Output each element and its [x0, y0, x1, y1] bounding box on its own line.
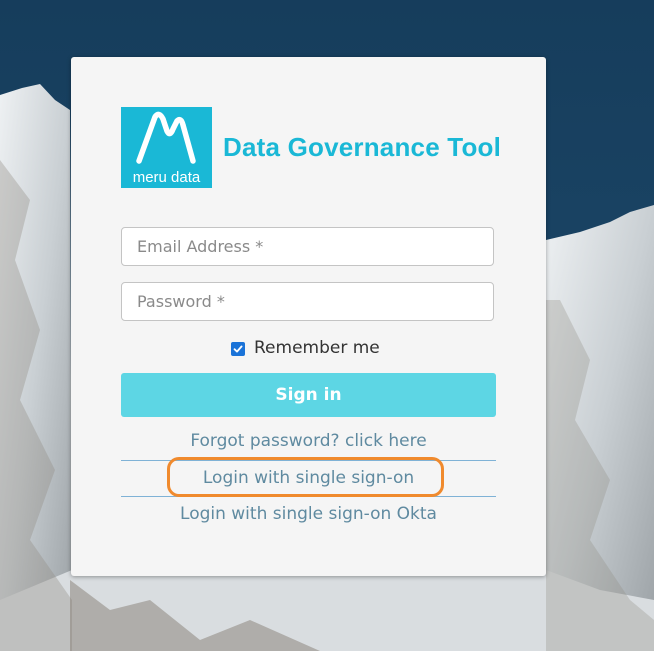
login-card: meru data Data Governance Tool Remember …	[71, 57, 546, 576]
sign-in-button[interactable]: Sign in	[121, 373, 496, 417]
sso-login-link[interactable]: Login with single sign-on	[71, 468, 546, 488]
meru-data-logo: meru data	[121, 107, 212, 188]
app-title: Data Governance Tool	[223, 132, 502, 162]
divider	[121, 460, 496, 461]
remember-label: Remember me	[254, 338, 380, 358]
checkmark-icon	[233, 345, 243, 353]
divider	[121, 496, 496, 497]
forgot-password-link[interactable]: Forgot password? click here	[71, 431, 546, 451]
logo-text: meru data	[132, 169, 201, 186]
password-field[interactable]	[121, 282, 494, 321]
okta-sso-login-link[interactable]: Login with single sign-on Okta	[71, 504, 546, 524]
mountain-logo-icon	[136, 111, 196, 164]
remember-me[interactable]: Remember me	[231, 338, 380, 358]
email-field[interactable]	[121, 227, 494, 266]
remember-checkbox[interactable]	[231, 342, 245, 356]
